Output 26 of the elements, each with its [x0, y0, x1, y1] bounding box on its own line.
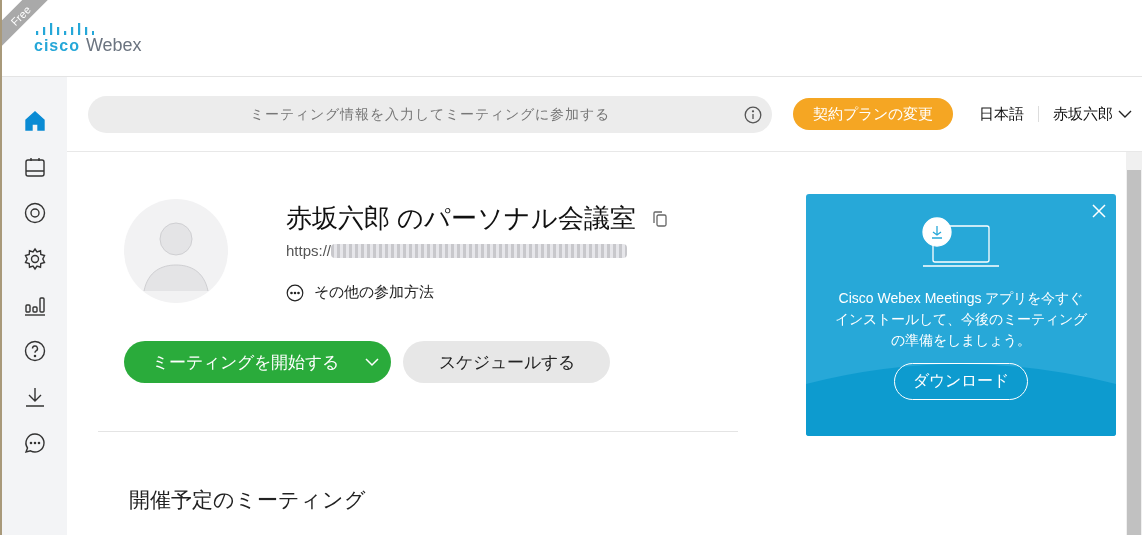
promo-text: Cisco Webex Meetings アプリを今すぐインストールして、今後のミーティングの準備をしましょう。	[834, 289, 1088, 350]
settings-icon[interactable]	[22, 247, 47, 271]
section-heading: 開催予定のミーティング	[129, 487, 367, 513]
schedule-button[interactable]: スケジュールする	[403, 341, 610, 383]
room-url: https://	[286, 242, 332, 259]
help-icon[interactable]	[22, 339, 47, 363]
avatar-icon	[124, 199, 228, 303]
chat-icon[interactable]	[22, 431, 47, 455]
scrollbar[interactable]	[1126, 152, 1142, 535]
logo-brand: cisco	[34, 36, 80, 55]
home-icon[interactable]	[22, 109, 47, 133]
laptop-download-icon	[921, 216, 1001, 268]
calendar-icon[interactable]	[22, 155, 47, 179]
info-icon[interactable]	[744, 105, 762, 124]
logo-product: Webex	[85, 34, 142, 56]
chevron-down-icon[interactable]	[1118, 109, 1132, 119]
language-link[interactable]: 日本語	[979, 104, 1024, 124]
join-meeting-field[interactable]: ミーティング情報を入力してミーティングに参加する	[88, 95, 772, 133]
copy-icon[interactable]	[652, 209, 669, 228]
more-icon[interactable]	[286, 283, 304, 302]
user-menu[interactable]: 赤坂六郎	[1053, 104, 1132, 124]
room-title: 赤坂六郎 のパーソナル会議室	[286, 202, 637, 235]
more-join-options-link[interactable]: その他の参加方法	[286, 283, 434, 302]
record-icon[interactable]	[22, 201, 47, 225]
close-icon[interactable]	[1092, 204, 1106, 218]
cisco-bars-icon	[34, 20, 94, 35]
